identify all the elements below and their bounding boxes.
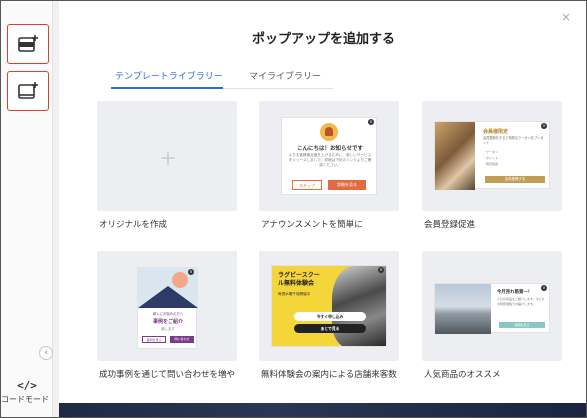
add-popup-alt-icon <box>18 82 38 99</box>
preview-image <box>332 266 386 346</box>
preview-more-button: 詳細を見る <box>328 180 366 190</box>
free-trial-preview: × ラグビースクー ル無料体験会 毎週水曜午後開催中 今すぐ申し込み あとで見る <box>271 265 387 347</box>
preview-heading: こんにちは！お知らせです <box>297 146 363 152</box>
preview-heading-line: ラグビースクー <box>278 272 320 279</box>
template-label: アナウンスメントを簡単に <box>261 220 363 230</box>
code-icon: </> <box>17 379 37 392</box>
left-toolbar: ‹ </> コードモード <box>1 1 53 417</box>
preview-heading: 今月売れ筋第一！ <box>497 290 533 295</box>
template-card-original[interactable]: ＋ <box>97 101 237 211</box>
preview-body: よりお客様満足度を上げるために、新しいサービスをリリースしました。詳細は下記のリ… <box>288 153 372 167</box>
preview-image <box>435 284 491 334</box>
preview-heading-line: ル無料体験会 <box>278 280 315 287</box>
preview-close-icon: × <box>541 285 547 291</box>
collapse-sidebar-button[interactable]: ‹ <box>39 346 53 360</box>
success-preview: × 導入にお悩みの方へ 事例をご紹介 致します 事例を見る 問い合わせ <box>137 267 198 349</box>
template-card-membership[interactable]: × 会員様限定 会員登録をすると特別なクーポンをプレゼント ・クーポン ・ポイン… <box>422 101 562 211</box>
tab-my-library[interactable]: マイライブラリー <box>249 69 321 82</box>
tab-template-library[interactable]: テンプレートライブラリー <box>115 69 223 82</box>
preview-skip-button: スキップ <box>292 180 322 190</box>
preview-cta-button: 詳細を見る <box>499 322 545 328</box>
template-label: 会員登録促進 <box>424 220 476 230</box>
template-label: 人気商品のオススメ <box>424 370 501 380</box>
template-card-announcement[interactable]: × こんにちは！お知らせです よりお客様満足度を上げるために、新しいサービスをリ… <box>259 101 399 211</box>
template-label: 無料体験会の案内による店舗来客数 <box>261 370 397 380</box>
code-mode-label: コードモード <box>1 395 49 404</box>
preview-line: 致します <box>161 327 175 331</box>
add-popup-icon <box>18 35 38 52</box>
bell-icon <box>320 123 338 141</box>
template-card-success-story[interactable]: × 導入にお悩みの方へ 事例をご紹介 致します 事例を見る 問い合わせ <box>97 251 237 361</box>
membership-preview: × 会員様限定 会員登録をすると特別なクーポンをプレゼント ・クーポン ・ポイン… <box>434 121 550 190</box>
dialog-title: ポップアップを追加する <box>251 32 395 47</box>
preview-button: 問い合わせ <box>170 336 194 343</box>
preview-button: 事例を見る <box>142 336 166 343</box>
preview-list-item: ・ポイント <box>483 156 499 160</box>
popular-preview: × 今月売れ筋第一！ 人気の商品をご紹介します。今だけの特別価格でお届けします。… <box>434 283 550 334</box>
preview-close-icon: × <box>541 123 547 129</box>
preview-image <box>435 122 475 190</box>
code-mode-button[interactable]: </> コードモード <box>1 379 53 405</box>
preview-list-item: ・限定情報 <box>483 162 499 166</box>
preview-heading: ラグビースクー ル無料体験会 <box>278 272 320 288</box>
template-label: オリジナルを作成 <box>99 220 168 230</box>
preview-body: 人気の商品をご紹介します。今だけの特別価格でお届けします。 <box>497 297 545 306</box>
popup-dialog: ‹ </> コードモード × ポップアップを追加する テンプレートライブラリー … <box>0 0 587 418</box>
template-card-free-trial[interactable]: × ラグビースクー ル無料体験会 毎週水曜午後開催中 今すぐ申し込み あとで見る <box>259 251 399 361</box>
template-card-popular-product[interactable]: × 今月売れ筋第一！ 人気の商品をご紹介します。今だけの特別価格でお届けします。… <box>422 251 562 361</box>
preview-line: 導入にお悩みの方へ <box>152 312 184 316</box>
preview-heading: 事例をご紹介 <box>152 319 183 325</box>
preview-list-item: ・クーポン <box>483 150 499 154</box>
background-strip <box>59 403 586 417</box>
preview-close-icon: × <box>368 119 374 125</box>
preview-close-icon: × <box>188 269 194 275</box>
library-tabs: テンプレートライブラリー マイライブラリー <box>111 67 333 89</box>
preview-later-button: あとで見る <box>294 324 366 333</box>
active-tab-indicator <box>111 87 223 89</box>
announcement-preview: × こんにちは！お知らせです よりお客様満足度を上げるために、新しいサービスをリ… <box>281 117 377 195</box>
preview-close-icon: × <box>378 267 384 273</box>
preview-body: 会員登録をすると特別なクーポンをプレゼント <box>483 136 544 145</box>
add-popup-button[interactable] <box>7 24 49 64</box>
chevron-left-icon: ‹ <box>44 348 48 358</box>
preview-sub: 毎週水曜午後開催中 <box>278 292 311 296</box>
close-icon[interactable]: × <box>561 10 571 24</box>
add-blank-popup-button[interactable] <box>7 71 49 111</box>
rail-divider <box>53 1 59 417</box>
preview-heading: 会員様限定 <box>483 129 509 135</box>
preview-apply-button: 今すぐ申し込み <box>294 312 366 321</box>
plus-icon: ＋ <box>159 149 177 170</box>
preview-cta-button: 会員登録する <box>485 176 545 183</box>
template-label: 成功事例を通じて問い合わせを増や <box>99 370 236 380</box>
